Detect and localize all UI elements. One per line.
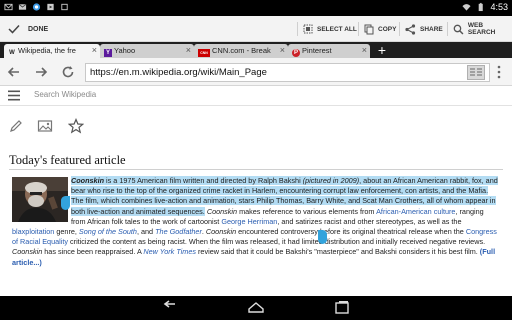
close-tab-icon[interactable]: × [280, 45, 285, 55]
notification-icon [61, 3, 68, 11]
recent-apps-icon[interactable] [333, 300, 351, 316]
link[interactable]: Song of the South [79, 227, 137, 236]
selection-start-handle[interactable] [61, 196, 70, 210]
tab-yahoo[interactable]: Y Yahoo × [100, 44, 194, 58]
battery-icon [479, 2, 484, 12]
tab-title: Wikipedia, the fre [18, 46, 76, 55]
gmail-icon [18, 3, 27, 10]
select-all-button[interactable]: SELECT ALL [303, 21, 357, 37]
copy-button[interactable]: COPY [364, 21, 396, 37]
tab-strip: W Wikipedia, the fre × Y Yahoo × CNN CNN.co… [0, 42, 512, 58]
action-divider [447, 22, 448, 36]
action-divider [399, 22, 400, 36]
url-field[interactable]: https://en.m.wikipedia.org/wiki/Main_Pag… [85, 63, 490, 82]
hamburger-menu-icon[interactable] [8, 90, 20, 101]
reload-icon[interactable] [60, 64, 76, 80]
article-heading: Today's featured article [9, 153, 126, 167]
status-time: 4:53 [490, 2, 508, 12]
link[interactable]: African-American culture [376, 207, 455, 216]
yahoo-favicon: Y [104, 49, 112, 57]
back-nav-icon[interactable] [160, 300, 178, 316]
article-paragraph: Coonskin is a 1975 American film written… [12, 176, 498, 267]
cnn-favicon: CNN [198, 49, 210, 57]
close-tab-icon[interactable]: × [362, 45, 367, 55]
close-tab-icon[interactable]: × [92, 45, 97, 55]
wiki-search-input[interactable]: Search Wikipedia [34, 90, 96, 99]
tab-title: Yahoo [114, 46, 136, 55]
copy-label: COPY [378, 25, 397, 33]
star-icon[interactable] [68, 118, 84, 134]
link[interactable]: The Godfather [155, 227, 202, 236]
edit-pencil-icon[interactable] [8, 118, 24, 134]
web-search-label: WEB SEARCH [467, 22, 496, 36]
share-label: SHARE [420, 25, 443, 33]
check-icon [8, 24, 20, 34]
search-icon [453, 24, 464, 34]
chrome-icon [32, 3, 41, 11]
done-label: DONE [28, 25, 49, 33]
tab-cnn[interactable]: CNN CNN.com - Break × [194, 44, 288, 58]
copy-icon [364, 24, 374, 34]
image-icon[interactable] [37, 118, 53, 134]
overflow-menu-icon[interactable] [496, 65, 502, 79]
link[interactable]: George Herriman [221, 217, 277, 226]
wiki-header: Search Wikipedia [0, 86, 512, 106]
home-nav-icon[interactable] [247, 300, 265, 316]
wikipedia-favicon: W [9, 50, 15, 56]
system-nav-bar [0, 296, 512, 320]
play-store-icon [47, 3, 54, 11]
web-search-button[interactable]: WEB SEARCH [453, 21, 512, 37]
tab-title: Pinterest [302, 46, 332, 55]
selection-end-handle[interactable] [318, 230, 327, 244]
done-button[interactable]: DONE [8, 20, 48, 38]
tab-title: CNN.com - Break [212, 46, 271, 55]
page-actions [0, 116, 512, 138]
status-bar: 4:53 [0, 0, 512, 16]
action-divider [297, 22, 298, 36]
tab-wikipedia[interactable]: W Wikipedia, the fre × [4, 44, 100, 58]
action-divider [358, 22, 359, 36]
select-all-label: SELECT ALL [317, 25, 357, 33]
browser-toolbar: https://en.m.wikipedia.org/wiki/Main_Pag… [0, 58, 512, 86]
link[interactable]: New York Times [143, 247, 196, 256]
link[interactable]: blaxploitation [12, 227, 54, 236]
close-tab-icon[interactable]: × [186, 45, 191, 55]
new-tab-button[interactable]: + [375, 43, 389, 57]
select-all-icon [303, 24, 313, 34]
wifi-icon [462, 4, 472, 11]
heading-divider [9, 169, 503, 170]
share-icon [405, 23, 416, 35]
action-mode-bar: DONE SELECT ALL COPY SHARE WEB SEARCH [0, 16, 512, 42]
reader-mode-icon[interactable] [467, 65, 485, 80]
email-icon [4, 3, 13, 11]
tab-pinterest[interactable]: P Pinterest × [288, 44, 370, 58]
pinterest-favicon: P [292, 49, 300, 57]
forward-arrow-icon[interactable] [33, 64, 49, 80]
back-arrow-icon[interactable] [6, 64, 22, 80]
share-button[interactable]: SHARE [405, 21, 443, 37]
